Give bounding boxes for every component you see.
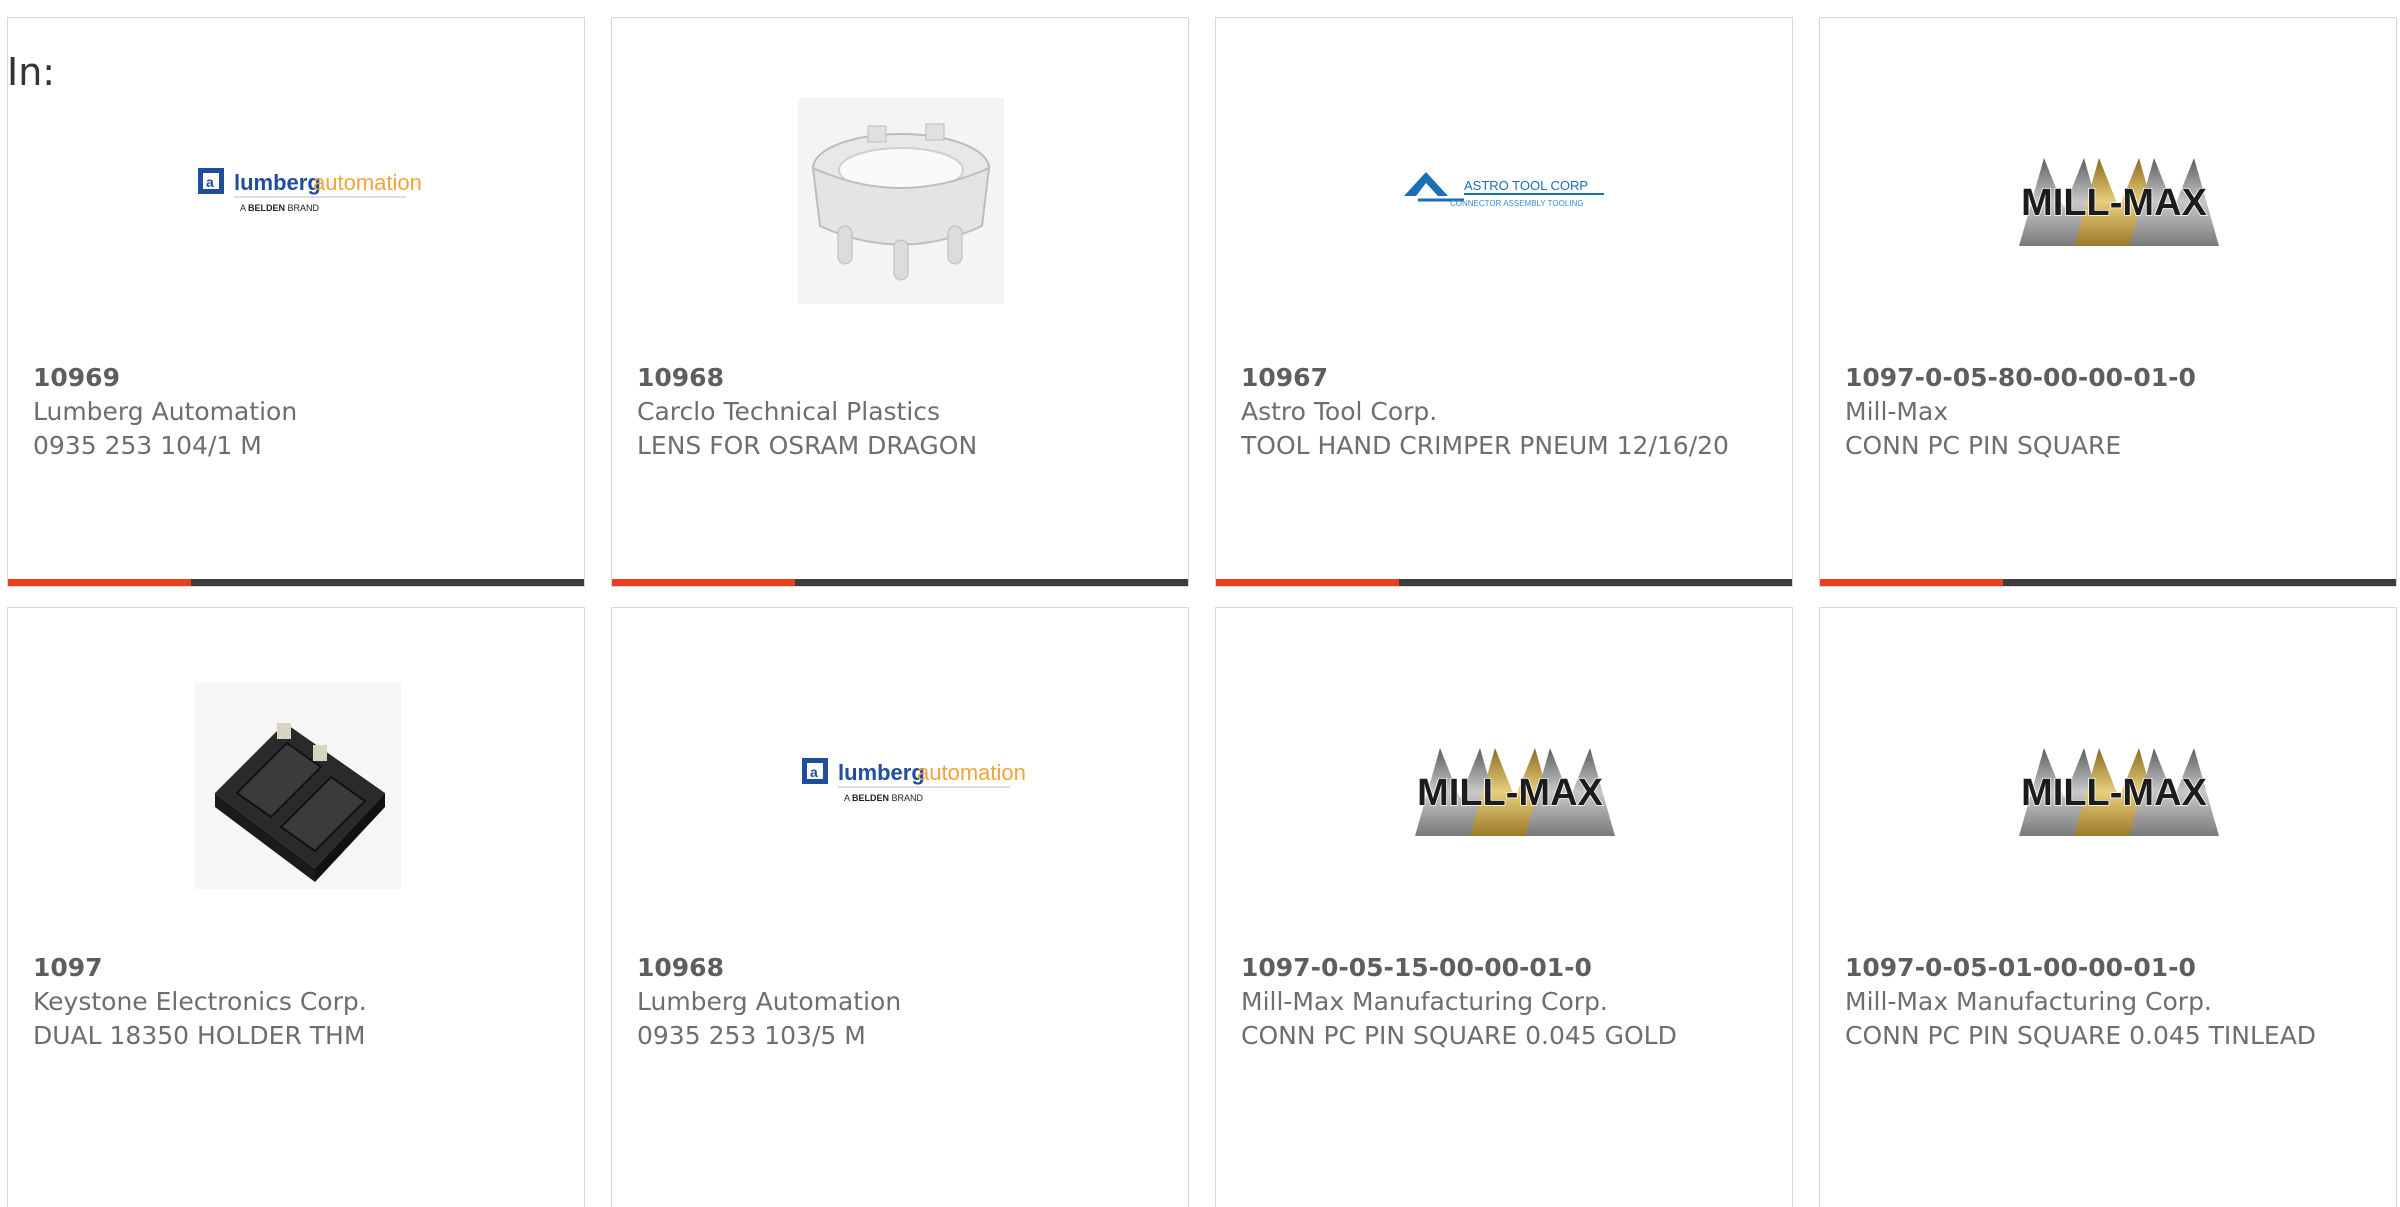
lumberg-automation-logo: a lumberg automation A BELDEN BRAND (802, 758, 1026, 803)
description: LENS FOR OSRAM DRAGON (637, 431, 978, 460)
product-info: 10969 Lumberg Automation 0935 253 104/1 … (33, 361, 559, 463)
mill-max-logo: MILL-MAX (1415, 748, 1615, 836)
svg-text:MILL-MAX: MILL-MAX (1417, 772, 1603, 814)
card-bar-accent (8, 579, 191, 586)
product-card[interactable]: MILL-MAX 1097-0-05-01-00-00-01-0 Mill-Ma… (1819, 607, 2397, 1207)
product-image: MILL-MAX (1216, 608, 1792, 948)
card-bar-accent (612, 579, 795, 586)
battery-holder-image (195, 683, 401, 889)
part-number[interactable]: 10968 (637, 951, 1163, 985)
part-number[interactable]: 10967 (1241, 361, 1767, 395)
manufacturer: Mill-Max (1845, 397, 1949, 426)
description: DUAL 18350 HOLDER THM (33, 1021, 366, 1050)
svg-text:A BELDEN BRAND: A BELDEN BRAND (240, 203, 320, 213)
manufacturer: Astro Tool Corp. (1241, 397, 1438, 426)
mill-max-logo: MILL-MAX (2019, 748, 2219, 836)
product-image: a lumberg automation A BELDEN BRAND (8, 18, 584, 358)
description: CONN PC PIN SQUARE (1845, 431, 2122, 460)
product-info: 1097-0-05-01-00-00-01-0 Mill-Max Manufac… (1845, 951, 2371, 1053)
card-bar (612, 579, 1188, 586)
part-number[interactable]: 10968 (637, 361, 1163, 395)
product-card[interactable]: ASTRO TOOL CORP CONNECTOR ASSEMBLY TOOLI… (1215, 17, 1793, 587)
product-card[interactable]: 10968 Carclo Technical Plastics LENS FOR… (611, 17, 1189, 587)
product-image: a lumberg automation A BELDEN BRAND (612, 608, 1188, 948)
lumberg-automation-logo: a lumberg automation A BELDEN BRAND (198, 168, 422, 213)
product-info: 10967 Astro Tool Corp. TOOL HAND CRIMPER… (1241, 361, 1767, 463)
product-info: 1097-0-05-80-00-00-01-0 Mill-Max CONN PC… (1845, 361, 2371, 463)
card-bar (1820, 579, 2396, 586)
product-card[interactable]: MILL-MAX 1097-0-05-15-00-00-01-0 Mill-Ma… (1215, 607, 1793, 1207)
manufacturer: Lumberg Automation (33, 397, 298, 426)
part-number[interactable]: 1097-0-05-01-00-00-01-0 (1845, 951, 2371, 985)
product-card[interactable]: a lumberg automation A BELDEN BRAND 1096… (7, 17, 585, 587)
card-bar-accent (1820, 579, 2003, 586)
description: CONN PC PIN SQUARE 0.045 TINLEAD (1845, 1021, 2317, 1050)
description: CONN PC PIN SQUARE 0.045 GOLD (1241, 1021, 1677, 1050)
filter-label: In: (7, 50, 56, 94)
product-image: MILL-MAX (1820, 608, 2396, 948)
svg-text:a: a (810, 764, 818, 780)
svg-text:automation: automation (917, 760, 1026, 785)
description: TOOL HAND CRIMPER PNEUM 12/16/20 (1241, 431, 1729, 460)
manufacturer: Lumberg Automation (637, 987, 902, 1016)
product-info: 1097 Keystone Electronics Corp. DUAL 183… (33, 951, 559, 1053)
product-info: 1097-0-05-15-00-00-01-0 Mill-Max Manufac… (1241, 951, 1767, 1053)
description: 0935 253 103/5 M (637, 1021, 866, 1050)
mill-max-logo: MILL-MAX (2019, 158, 2219, 246)
svg-text:automation: automation (313, 170, 422, 195)
part-number[interactable]: 1097-0-05-80-00-00-01-0 (1845, 361, 2371, 395)
part-number[interactable]: 10969 (33, 361, 559, 395)
product-info: 10968 Lumberg Automation 0935 253 103/5 … (637, 951, 1163, 1053)
card-bar-accent (1216, 579, 1399, 586)
svg-text:lumberg: lumberg (234, 170, 321, 195)
description: 0935 253 104/1 M (33, 431, 262, 460)
product-info: 10968 Carclo Technical Plastics LENS FOR… (637, 361, 1163, 463)
manufacturer: Carclo Technical Plastics (637, 397, 941, 426)
svg-text:ASTRO TOOL CORP: ASTRO TOOL CORP (1464, 178, 1588, 193)
astro-tool-logo: ASTRO TOOL CORP CONNECTOR ASSEMBLY TOOLI… (1404, 172, 1604, 208)
product-image (612, 18, 1188, 358)
product-card[interactable]: MILL-MAX 1097-0-05-80-00-00-01-0 Mill-Ma… (1819, 17, 2397, 587)
svg-text:MILL-MAX: MILL-MAX (2021, 772, 2207, 814)
svg-text:MILL-MAX: MILL-MAX (2021, 182, 2207, 224)
svg-text:CONNECTOR ASSEMBLY TOOLING: CONNECTOR ASSEMBLY TOOLING (1450, 199, 1584, 208)
card-bar (1216, 579, 1792, 586)
product-card[interactable]: 1097 Keystone Electronics Corp. DUAL 183… (7, 607, 585, 1207)
part-number[interactable]: 1097-0-05-15-00-00-01-0 (1241, 951, 1767, 985)
part-number[interactable]: 1097 (33, 951, 559, 985)
lens-holder-image (798, 98, 1004, 304)
svg-text:A BELDEN BRAND: A BELDEN BRAND (844, 793, 924, 803)
manufacturer: Keystone Electronics Corp. (33, 987, 367, 1016)
svg-text:a: a (206, 174, 214, 190)
card-bar (8, 579, 584, 586)
product-grid: a lumberg automation A BELDEN BRAND 1096… (0, 0, 2400, 1207)
product-image: ASTRO TOOL CORP CONNECTOR ASSEMBLY TOOLI… (1216, 18, 1792, 358)
manufacturer: Mill-Max Manufacturing Corp. (1845, 987, 2212, 1016)
product-image (8, 608, 584, 948)
svg-text:lumberg: lumberg (838, 760, 925, 785)
product-card[interactable]: a lumberg automation A BELDEN BRAND 1096… (611, 607, 1189, 1207)
manufacturer: Mill-Max Manufacturing Corp. (1241, 987, 1608, 1016)
product-image: MILL-MAX (1820, 18, 2396, 358)
